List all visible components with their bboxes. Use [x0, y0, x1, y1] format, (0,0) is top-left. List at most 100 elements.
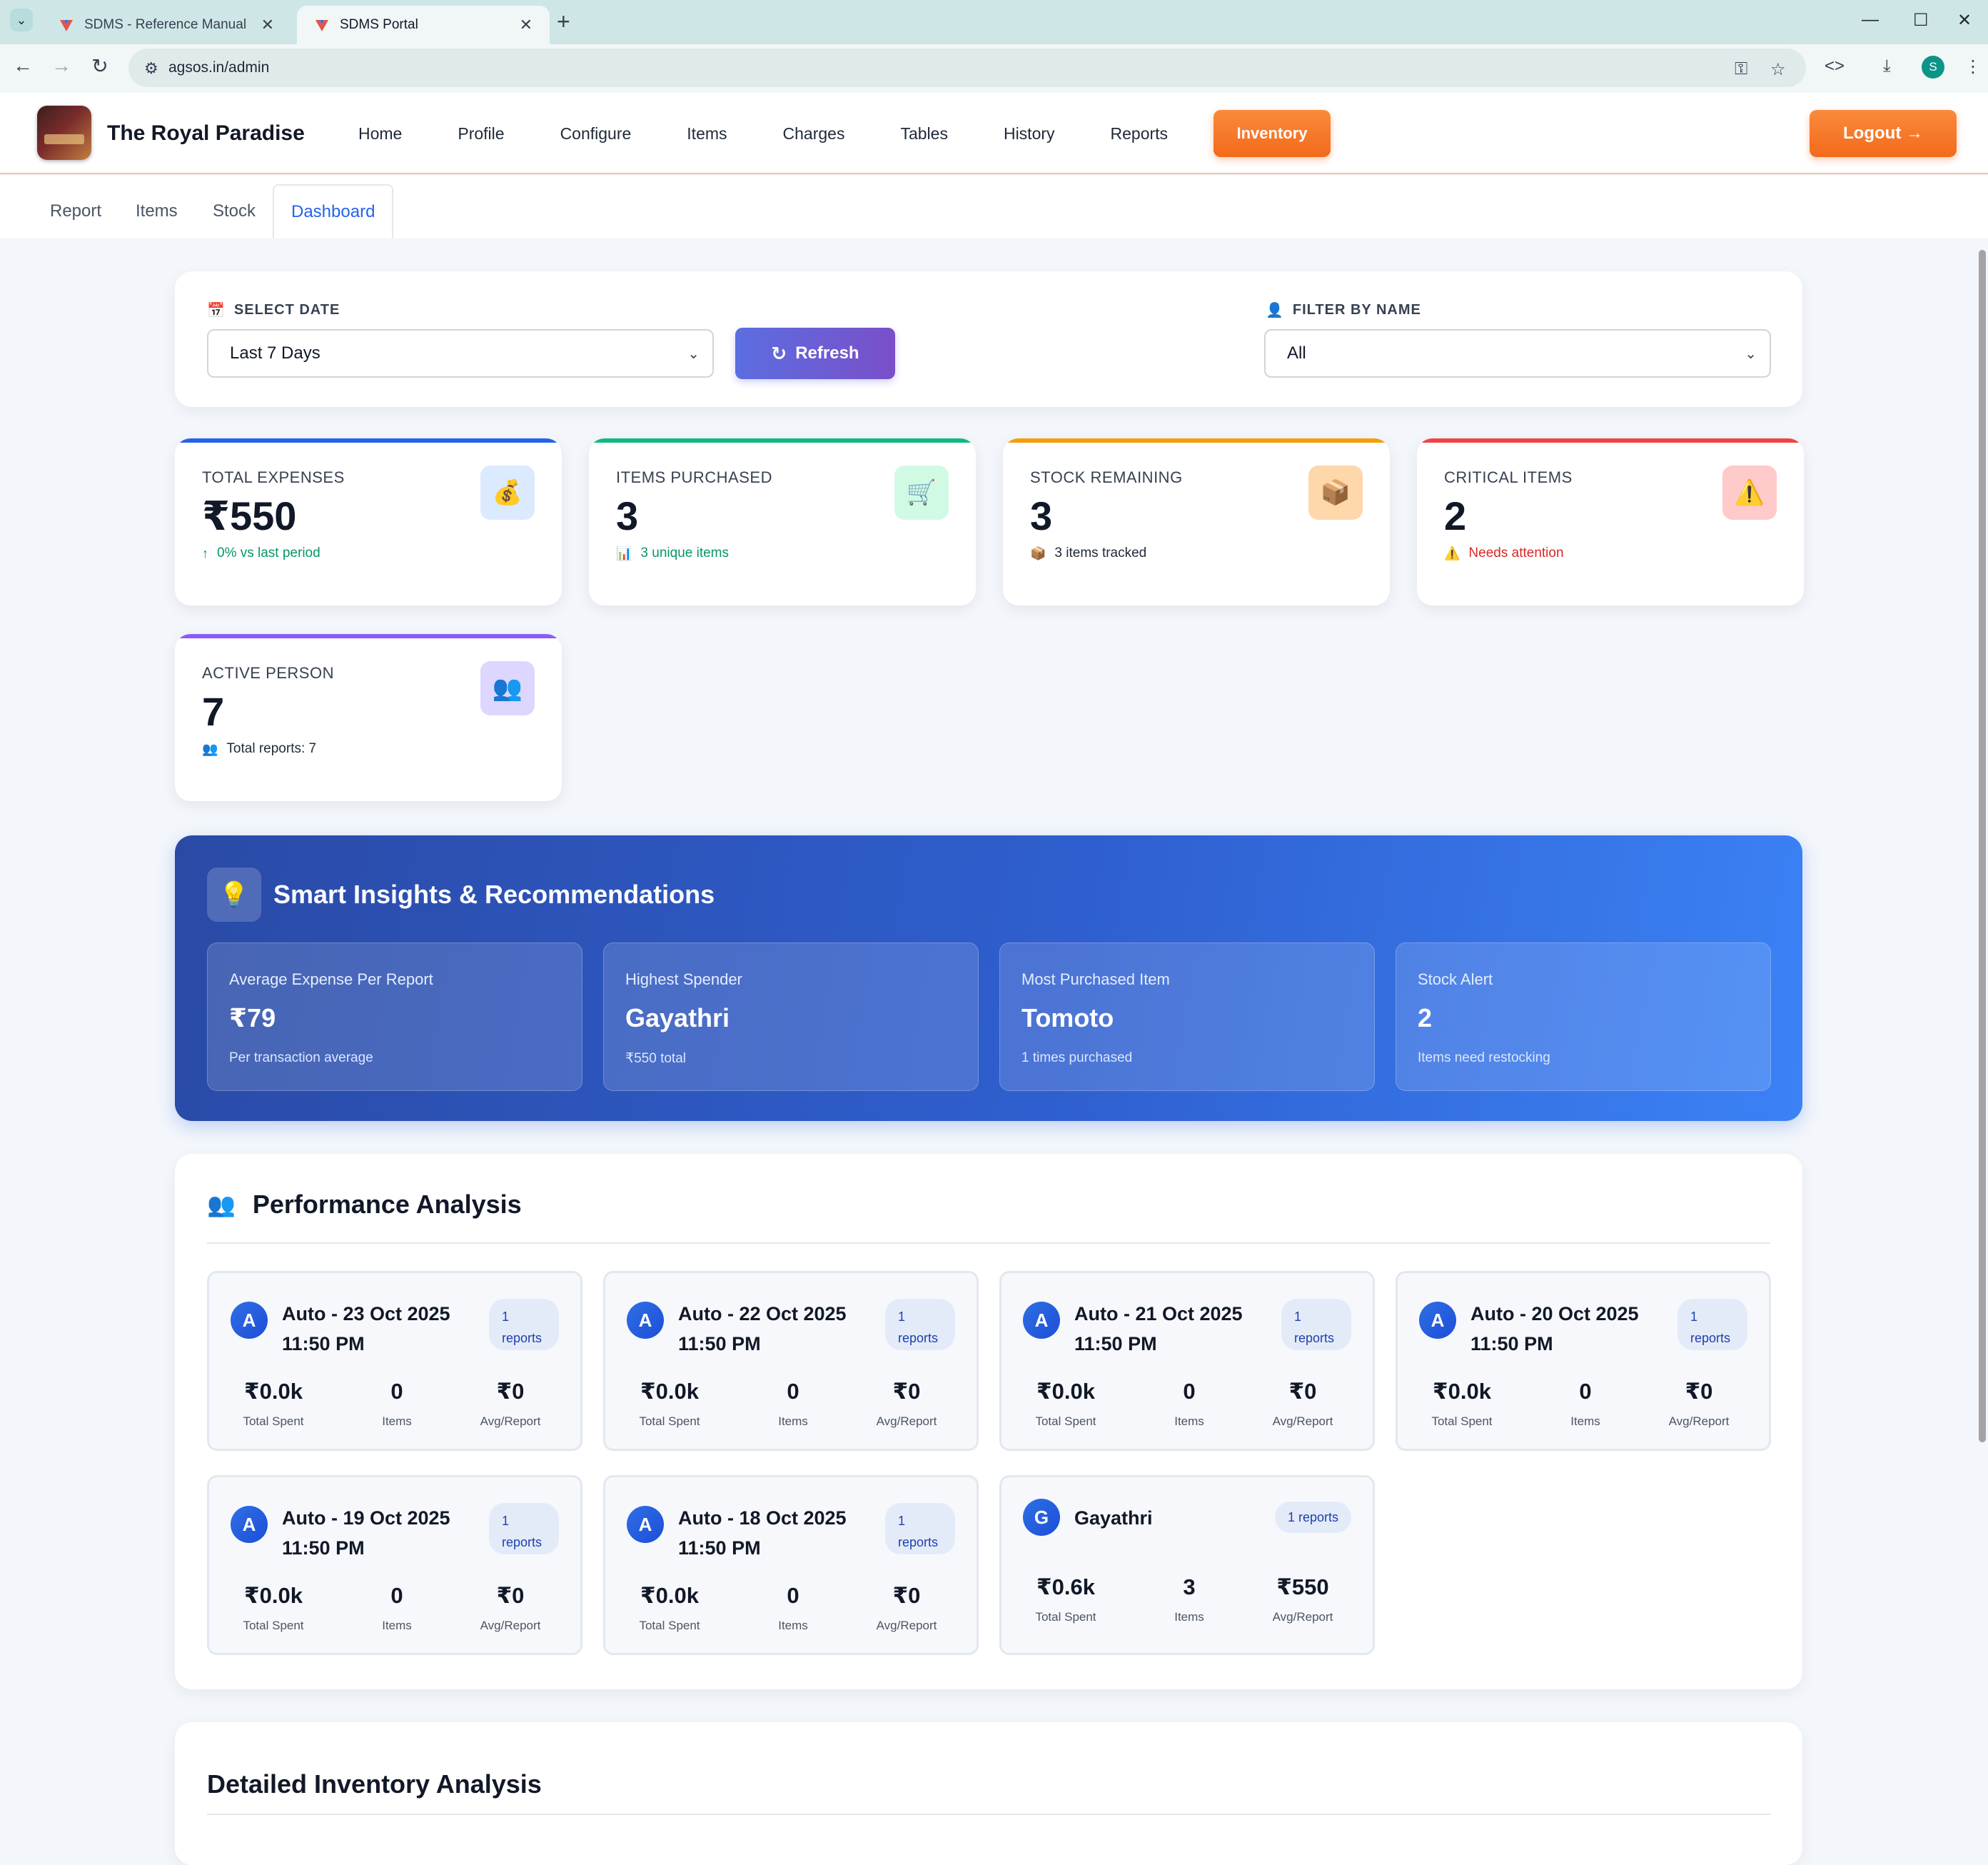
metric-items: 0 Items	[778, 1583, 808, 1632]
person-card[interactable]: A Auto - 19 Oct 2025 11:50 PM 1 reports ₹…	[207, 1475, 582, 1655]
metric-avg-report: ₹0 Avg/Report	[876, 1583, 937, 1632]
warning-icon: ⚠️	[1722, 466, 1777, 520]
star-icon[interactable]: ☆	[1770, 59, 1786, 80]
person-card[interactable]: G Gayathri 1 reports ₹0.6k Total Spent 3…	[999, 1475, 1375, 1655]
filter-by-name-label: 👤 FILTER BY NAME	[1266, 302, 1421, 318]
name-filter-select[interactable]: All ⌄	[1264, 329, 1771, 378]
metric-total-spent: ₹0.0k Total Spent	[243, 1379, 304, 1428]
page-scrollbar[interactable]	[1979, 250, 1986, 1442]
accent-bar	[175, 634, 562, 638]
reports-badge: 1 reports	[885, 1299, 955, 1350]
accent-bar	[1417, 438, 1804, 443]
person-name: Auto - 21 Oct 2025 11:50 PM	[1074, 1303, 1243, 1354]
download-icon[interactable]: ⤓	[1883, 56, 1891, 76]
back-arrow-icon[interactable]: ←	[9, 54, 37, 77]
minimize-icon[interactable]: —	[1862, 10, 1879, 30]
avatar: A	[627, 1302, 664, 1339]
people-icon: 👥	[207, 1192, 236, 1217]
refresh-icon: ↻	[771, 342, 787, 364]
close-icon[interactable]: ✕	[520, 16, 533, 34]
maximize-icon[interactable]: ☐	[1913, 10, 1929, 31]
smart-insights-panel: 💡 Smart Insights & Recommendations Avera…	[175, 835, 1802, 1121]
restaurant-logo[interactable]	[37, 106, 91, 160]
stat-critical-items: CRITICAL ITEMS 2 ⚠️ Needs attention ⚠️	[1417, 438, 1804, 605]
metric-items: 3 Items	[1174, 1574, 1204, 1624]
stat-items-purchased: ITEMS PURCHASED 3 📊 3 unique items 🛒	[589, 438, 976, 605]
stat-label: ACTIVE PERSON	[202, 664, 334, 682]
metric-total-spent: ₹0.0k Total Spent	[1035, 1379, 1096, 1428]
calendar-icon: 📅	[207, 303, 226, 318]
avatar: G	[1023, 1499, 1060, 1536]
close-window-icon[interactable]: ✕	[1957, 10, 1972, 31]
chevron-down-icon: ⌄	[1745, 346, 1757, 362]
reload-icon[interactable]: ↻	[86, 54, 114, 78]
kebab-menu-icon[interactable]: ⋮	[1964, 56, 1982, 77]
nav-reports[interactable]: Reports	[1111, 124, 1169, 144]
warning-icon: ⚠️	[1444, 546, 1460, 560]
nav-charges[interactable]: Charges	[783, 124, 845, 144]
subtab-stock[interactable]: Stock	[196, 184, 273, 238]
insight-card-stock-alert: Stock Alert 2 Items need restocking	[1396, 942, 1771, 1091]
reports-badge: 1 reports	[1274, 1502, 1351, 1533]
person-icon: 👤	[1266, 303, 1284, 318]
key-icon[interactable]: ⚿	[1735, 59, 1747, 79]
nav-configure[interactable]: Configure	[560, 124, 632, 144]
stat-value: ₹550	[202, 493, 297, 538]
nav-items[interactable]: Items	[687, 124, 727, 144]
accent-bar	[589, 438, 976, 443]
nav-tables[interactable]: Tables	[900, 124, 947, 144]
sdms-favicon	[60, 20, 73, 31]
person-card[interactable]: A Auto - 18 Oct 2025 11:50 PM 1 reports ₹…	[603, 1475, 979, 1655]
sdms-favicon	[316, 20, 328, 31]
tab-search-button[interactable]: ⌄	[10, 9, 33, 31]
metric-total-spent: ₹0.0k Total Spent	[243, 1583, 304, 1632]
nav-home[interactable]: Home	[358, 124, 402, 144]
logout-button[interactable]: Logout →	[1810, 110, 1957, 157]
stat-total-expenses: TOTAL EXPENSES ₹550 ↑ 0% vs last period …	[175, 438, 562, 605]
person-card[interactable]: A Auto - 22 Oct 2025 11:50 PM 1 reports ₹…	[603, 1271, 979, 1451]
stat-label: STOCK REMAINING	[1030, 468, 1183, 486]
brand-name: The Royal Paradise	[107, 121, 305, 145]
cart-icon: 🛒	[894, 466, 949, 520]
metric-avg-report: ₹550 Avg/Report	[1272, 1574, 1333, 1624]
metric-items: 0 Items	[1570, 1379, 1600, 1428]
site-settings-icon[interactable]: ⚙	[144, 59, 158, 78]
insights-title: Smart Insights & Recommendations	[273, 880, 715, 909]
close-icon[interactable]: ✕	[261, 16, 274, 34]
browser-tab-sdms-portal[interactable]: SDMS Portal ✕	[297, 6, 550, 44]
person-card[interactable]: A Auto - 21 Oct 2025 11:50 PM 1 reports ₹…	[999, 1271, 1375, 1451]
new-tab-button[interactable]: +	[557, 9, 570, 35]
subtab-dashboard[interactable]: Dashboard	[273, 184, 394, 238]
nav-profile[interactable]: Profile	[458, 124, 504, 144]
stat-label: CRITICAL ITEMS	[1444, 468, 1573, 486]
metric-items: 0 Items	[382, 1379, 412, 1428]
metric-avg-report: ₹0 Avg/Report	[480, 1379, 541, 1428]
person-card[interactable]: A Auto - 20 Oct 2025 11:50 PM 1 reports ₹…	[1396, 1271, 1771, 1451]
date-range-select[interactable]: Last 7 Days ⌄	[207, 329, 714, 378]
chevron-down-icon: ⌄	[16, 12, 27, 27]
url-text: agsos.in/admin	[168, 59, 270, 76]
browser-tab-reference-manual[interactable]: SDMS - Reference Manual ✕	[41, 6, 291, 44]
nav-inventory-button[interactable]: Inventory	[1214, 110, 1331, 157]
reports-badge: 1 reports	[1677, 1299, 1747, 1350]
metric-total-spent: ₹0.6k Total Spent	[1035, 1574, 1096, 1624]
person-card[interactable]: A Auto - 23 Oct 2025 11:50 PM 1 reports ₹…	[207, 1271, 582, 1451]
stat-active-person: ACTIVE PERSON 7 👥 Total reports: 7 👥	[175, 634, 562, 801]
nav-history[interactable]: History	[1004, 124, 1055, 144]
lightbulb-icon: 💡	[207, 868, 261, 922]
refresh-button[interactable]: ↻ Refresh	[735, 328, 895, 379]
profile-avatar[interactable]: S	[1922, 56, 1944, 79]
avatar: A	[231, 1302, 268, 1339]
forward-arrow-icon[interactable]: →	[47, 54, 76, 77]
accent-bar	[175, 438, 562, 443]
reports-badge: 1 reports	[1281, 1299, 1351, 1350]
subtab-items[interactable]: Items	[118, 184, 195, 238]
detail-panel: Detailed Inventory Analysis	[175, 1722, 1802, 1865]
address-bar[interactable]: ⚙ agsos.in/admin ⚿ ☆	[128, 49, 1806, 87]
insight-card-highest-spender: Highest Spender Gayathri ₹550 total	[603, 942, 979, 1091]
metric-avg-report: ₹0 Avg/Report	[480, 1583, 541, 1632]
code-icon[interactable]: <>	[1825, 56, 1845, 76]
avatar: A	[1419, 1302, 1456, 1339]
money-bag-icon: 💰	[480, 466, 535, 520]
subtab-report[interactable]: Report	[33, 184, 118, 238]
